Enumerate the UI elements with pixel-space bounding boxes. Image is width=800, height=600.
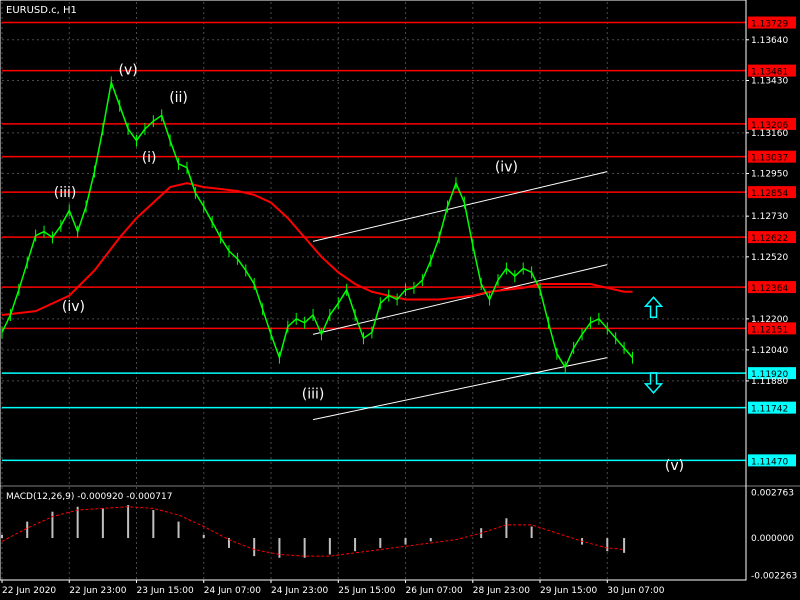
macd-tick-label: 0.002763	[751, 489, 794, 499]
time-tick-label: 23 Jun 15:00	[137, 586, 194, 596]
time-tick-label: 28 Jun 23:00	[473, 586, 530, 596]
level-label: 1.12622	[751, 234, 788, 244]
price-tick-label: 1.12950	[751, 170, 788, 180]
wave-label: (ii)	[169, 90, 188, 106]
wave-label: (iii)	[54, 185, 77, 201]
price-tick-label: 1.11880	[751, 377, 788, 387]
time-tick-label: 22 Jun 2020	[2, 586, 56, 596]
level-label: 1.11470	[751, 457, 788, 467]
time-tick-label: 25 Jun 15:00	[338, 586, 395, 596]
macd-tick-label: -0.002263	[751, 571, 797, 581]
time-tick-label: 24 Jun 07:00	[204, 586, 261, 596]
level-label: 1.11742	[751, 405, 788, 415]
chart-background	[0, 0, 800, 600]
chart-title: EURUSD.c, H1	[6, 5, 77, 16]
price-tick-label: 1.13160	[751, 129, 788, 139]
price-tick-label: 1.13640	[751, 36, 788, 46]
time-tick-label: 22 Jun 23:00	[69, 586, 126, 596]
wave-label: (v)	[118, 63, 137, 79]
wave-label: (i)	[142, 150, 157, 166]
time-tick-label: 29 Jun 15:00	[540, 586, 597, 596]
price-tick-label: 1.13430	[751, 76, 788, 86]
price-tick-label: 1.12200	[751, 315, 788, 325]
wave-label: (iii)	[302, 386, 325, 402]
price-tick-label: 1.12730	[751, 212, 788, 222]
level-label: 1.12364	[751, 284, 788, 294]
time-tick-label: 26 Jun 07:00	[406, 586, 463, 596]
price-tick-label: 1.12520	[751, 253, 788, 263]
wave-label: (v)	[665, 458, 684, 474]
level-label: 1.13037	[751, 154, 788, 164]
wave-label: (iv)	[62, 299, 85, 315]
level-label: 1.12151	[751, 325, 788, 335]
level-label: 1.13729	[751, 20, 788, 30]
time-tick-label: 30 Jun 07:00	[607, 586, 664, 596]
macd-label: MACD(12,26,9) -0.000920 -0.000717	[6, 492, 172, 502]
chart-canvas[interactable]: 1.137291.134811.132061.130371.128541.126…	[0, 0, 800, 600]
level-label: 1.12854	[751, 189, 788, 199]
macd-tick-label: 0.000000	[751, 534, 794, 544]
price-tick-label: 1.12040	[751, 346, 788, 356]
wave-label: (iv)	[495, 160, 518, 176]
time-tick-label: 24 Jun 23:00	[271, 586, 328, 596]
